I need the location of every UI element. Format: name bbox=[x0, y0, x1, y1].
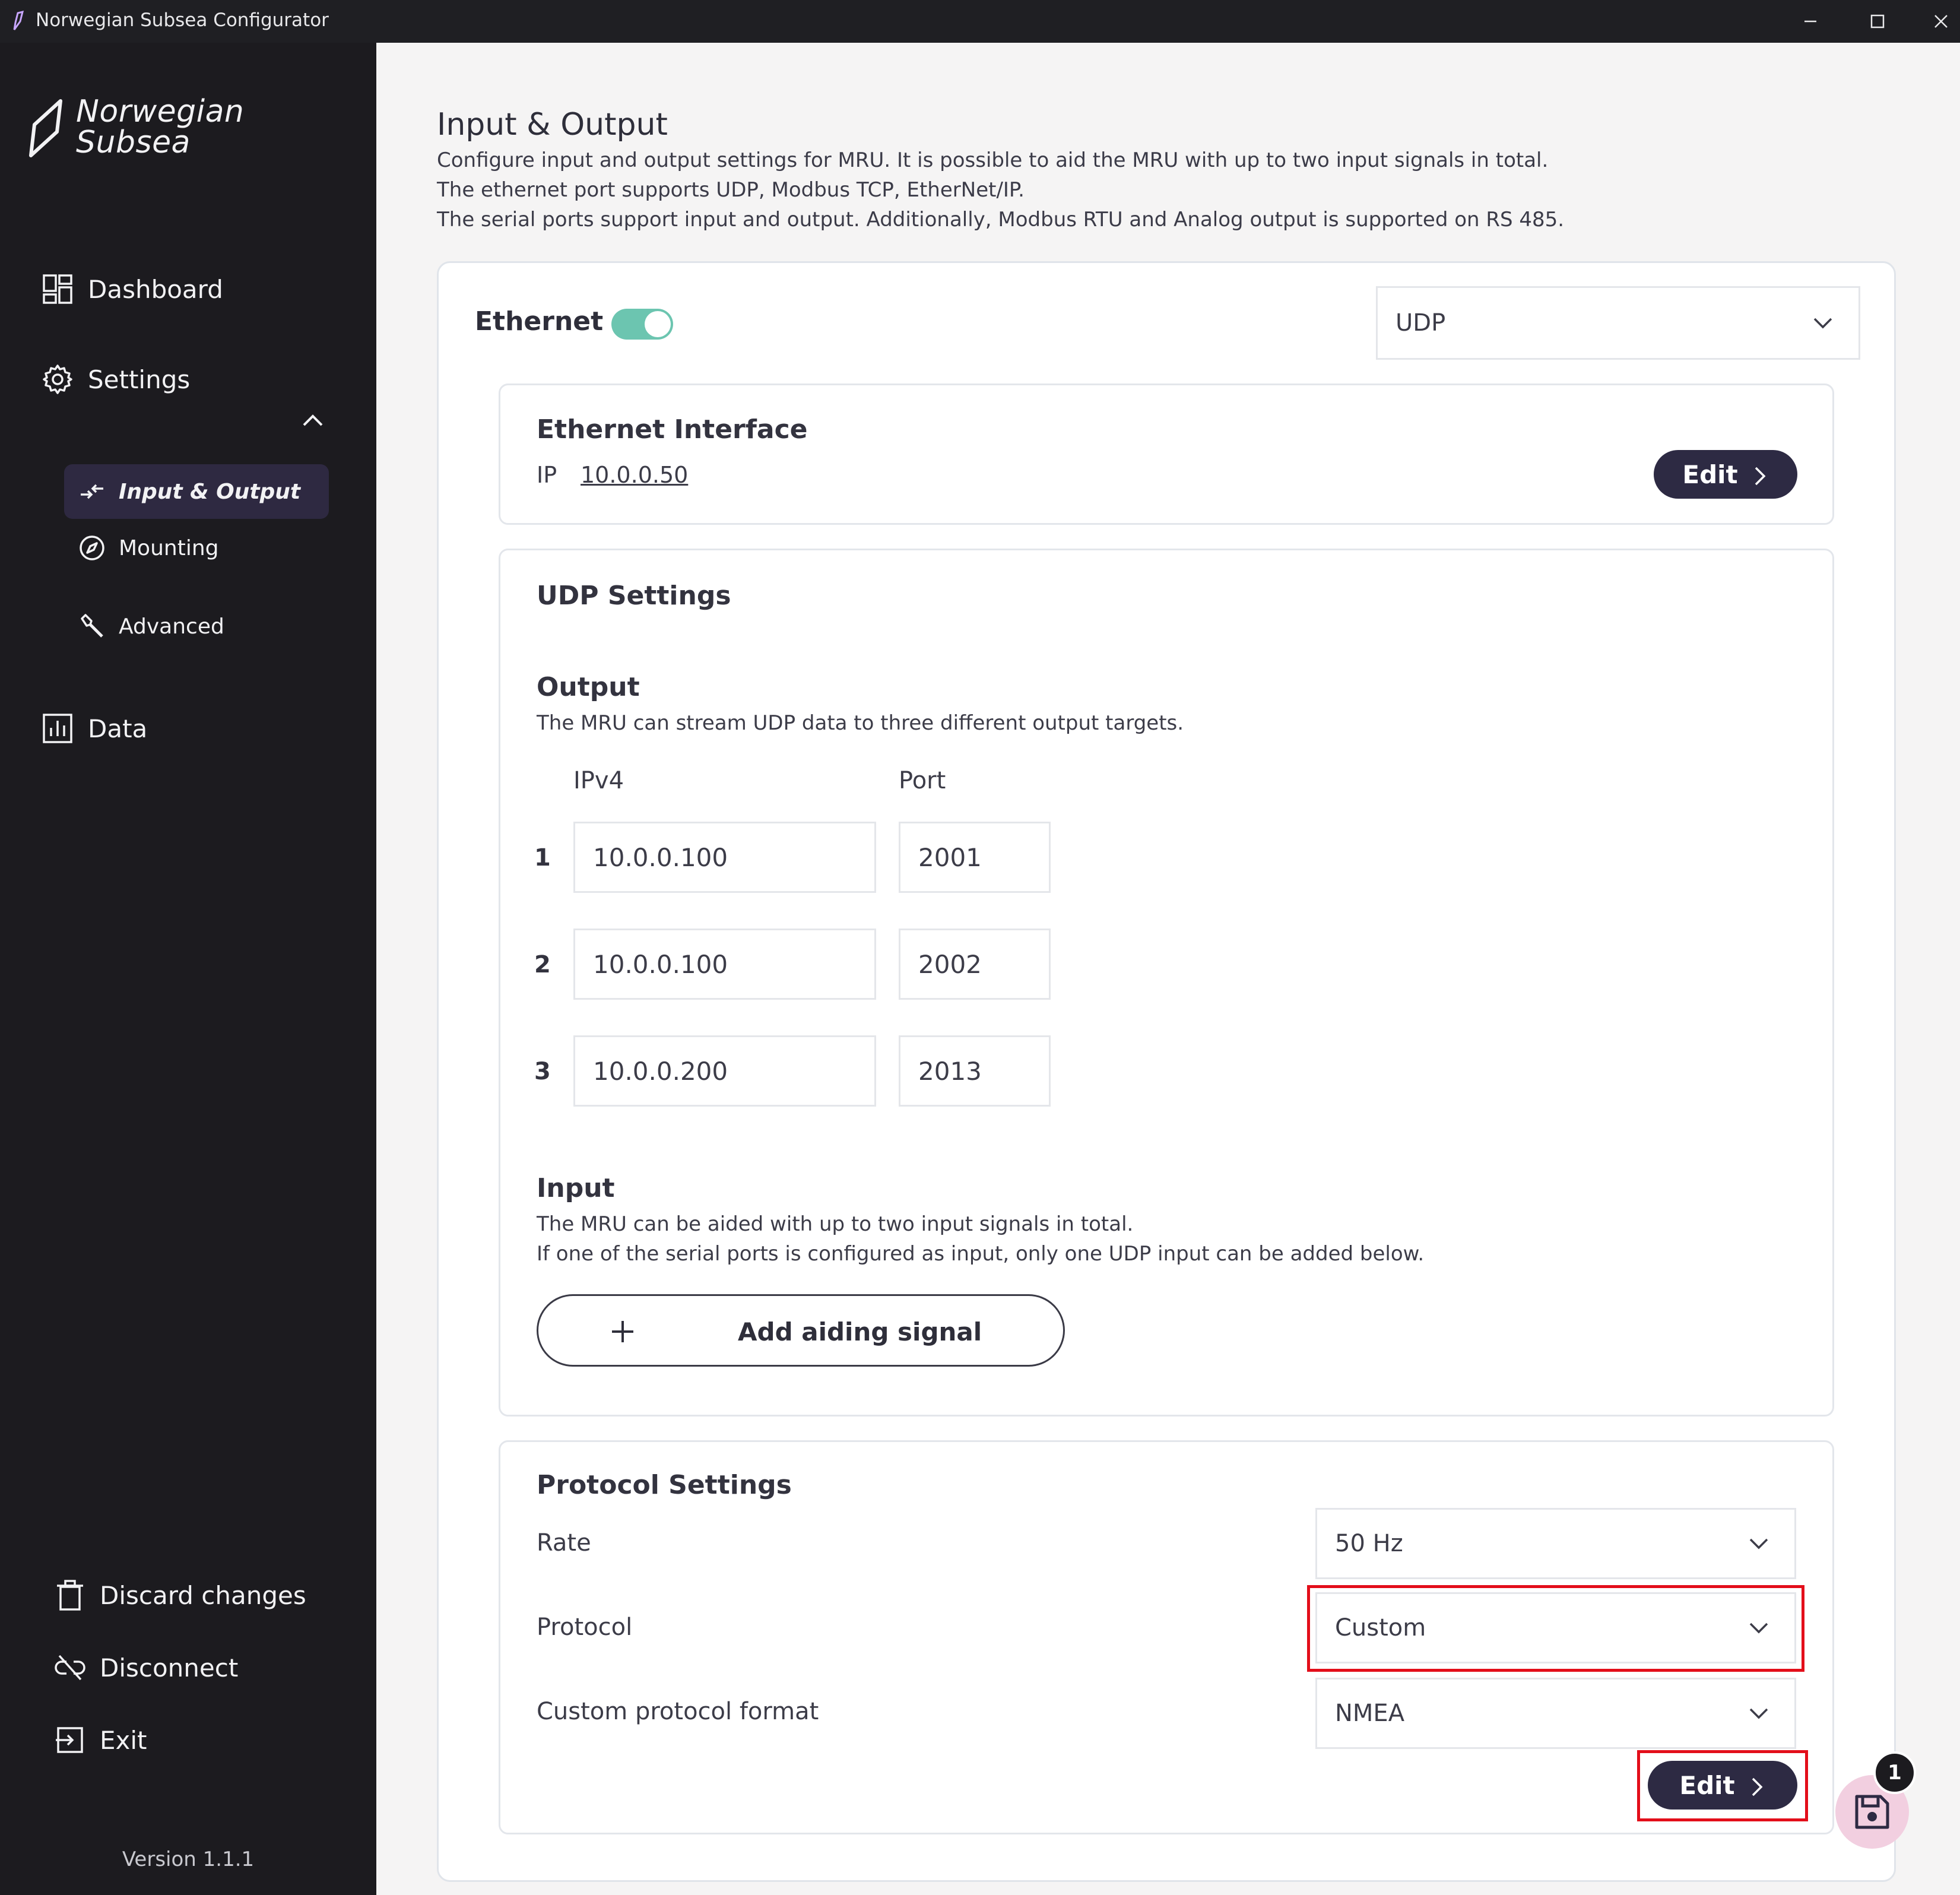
rate-value: 50 Hz bbox=[1335, 1530, 1403, 1557]
output-3-ip-input[interactable]: 10.0.0.200 bbox=[573, 1035, 876, 1107]
custom-protocol-format-value: NMEA bbox=[1335, 1700, 1405, 1727]
chevron-down-icon bbox=[1747, 1532, 1771, 1555]
title-bar: Norwegian Subsea Configurator bbox=[0, 0, 1960, 43]
unsaved-changes-badge: 1 bbox=[1873, 1751, 1916, 1794]
ethernet-label: Ethernet bbox=[475, 306, 604, 337]
nav-dashboard-label: Dashboard bbox=[88, 274, 223, 304]
logo-text-line2: Subsea bbox=[76, 125, 191, 160]
nav-data-label: Data bbox=[88, 714, 148, 743]
plus-icon bbox=[604, 1313, 642, 1351]
nav-input-output-label: Input & Output bbox=[119, 479, 301, 504]
output-row-3-number: 3 bbox=[534, 1058, 551, 1085]
close-button[interactable] bbox=[1923, 6, 1959, 37]
protocol-select-highlight bbox=[1307, 1585, 1804, 1672]
nav-advanced-label: Advanced bbox=[119, 614, 224, 639]
disconnect-label: Disconnect bbox=[100, 1653, 239, 1682]
protocol-settings-title: Protocol Settings bbox=[537, 1470, 792, 1500]
app-icon bbox=[9, 10, 26, 32]
chevron-down-icon bbox=[1811, 311, 1835, 335]
output-2-port-input[interactable]: 2002 bbox=[899, 929, 1051, 1000]
exit-label: Exit bbox=[100, 1725, 147, 1755]
wrench-icon bbox=[78, 613, 106, 640]
nav-mounting-label: Mounting bbox=[119, 535, 219, 560]
ethernet-toggle[interactable] bbox=[611, 309, 673, 340]
unlink-icon bbox=[53, 1651, 87, 1684]
version-label: Version 1.1.1 bbox=[122, 1848, 255, 1871]
trash-icon bbox=[53, 1579, 87, 1612]
chevron-up-icon[interactable] bbox=[299, 407, 326, 435]
add-aiding-signal-label: Add aiding signal bbox=[738, 1317, 982, 1346]
dashboard-icon bbox=[42, 273, 74, 305]
input-title: Input bbox=[537, 1173, 615, 1203]
input-description-2: If one of the serial ports is configured… bbox=[537, 1242, 1425, 1266]
column-port: Port bbox=[899, 767, 946, 794]
nav-input-output[interactable]: Input & Output bbox=[64, 464, 329, 519]
output-row-2-number: 2 bbox=[534, 951, 551, 978]
logo-mark-icon bbox=[29, 99, 62, 157]
floppy-disk-icon bbox=[1855, 1795, 1889, 1829]
custom-protocol-format-label: Custom protocol format bbox=[537, 1698, 819, 1725]
discard-changes-button[interactable]: Discard changes bbox=[53, 1574, 306, 1616]
page-description-2: The ethernet port supports UDP, Modbus T… bbox=[437, 178, 1025, 202]
maximize-button[interactable] bbox=[1859, 6, 1895, 37]
discard-changes-label: Discard changes bbox=[100, 1580, 306, 1610]
compass-icon bbox=[78, 534, 106, 562]
disconnect-button[interactable]: Disconnect bbox=[53, 1647, 238, 1688]
ip-value: 10.0.0.50 bbox=[581, 462, 689, 488]
page-description-1: Configure input and output settings for … bbox=[437, 148, 1549, 172]
logo-text-line1: Norwegian bbox=[76, 94, 245, 129]
add-aiding-signal-button[interactable]: Add aiding signal bbox=[537, 1294, 1065, 1367]
output-row-1-number: 1 bbox=[534, 844, 551, 872]
exit-button[interactable]: Exit bbox=[53, 1719, 147, 1761]
exit-icon bbox=[53, 1723, 87, 1757]
norwegian-subsea-logo: Norwegian Subsea bbox=[26, 90, 264, 161]
rate-label: Rate bbox=[537, 1529, 591, 1557]
nav-data[interactable]: Data bbox=[42, 708, 147, 749]
page-description-3: The serial ports support input and outpu… bbox=[437, 208, 1565, 232]
nav-dashboard[interactable]: Dashboard bbox=[42, 268, 223, 310]
page-title: Input & Output bbox=[437, 107, 668, 142]
output-title: Output bbox=[537, 672, 640, 702]
protocol-edit-highlight bbox=[1637, 1750, 1808, 1821]
output-2-ip-input[interactable]: 10.0.0.100 bbox=[573, 929, 876, 1000]
toggle-knob bbox=[645, 311, 671, 337]
udp-settings-title: UDP Settings bbox=[537, 581, 731, 611]
protocol-label: Protocol bbox=[537, 1614, 633, 1641]
ethernet-interface-edit-button[interactable]: Edit bbox=[1654, 450, 1797, 499]
edit-label: Edit bbox=[1682, 460, 1738, 489]
nav-settings-label: Settings bbox=[88, 365, 191, 394]
ethernet-interface-title: Ethernet Interface bbox=[537, 414, 808, 445]
nav-mounting[interactable]: Mounting bbox=[78, 527, 219, 569]
nav-advanced[interactable]: Advanced bbox=[78, 606, 224, 647]
minimize-button[interactable] bbox=[1793, 6, 1828, 37]
output-1-ip-input[interactable]: 10.0.0.100 bbox=[573, 822, 876, 893]
gear-icon bbox=[42, 363, 74, 395]
ethernet-interface-card bbox=[499, 384, 1834, 525]
output-3-port-input[interactable]: 2013 bbox=[899, 1035, 1051, 1107]
column-ipv4: IPv4 bbox=[573, 767, 624, 794]
output-description: The MRU can stream UDP data to three dif… bbox=[537, 711, 1184, 735]
input-output-icon bbox=[78, 478, 106, 505]
chevron-down-icon bbox=[1747, 1701, 1771, 1725]
input-description-1: The MRU can be aided with up to two inpu… bbox=[537, 1212, 1134, 1236]
custom-protocol-format-select[interactable]: NMEA bbox=[1315, 1678, 1796, 1749]
ethernet-protocol-value: UDP bbox=[1396, 309, 1446, 337]
ethernet-protocol-select[interactable]: UDP bbox=[1376, 286, 1860, 360]
ip-label: IP bbox=[537, 462, 557, 488]
chevron-right-icon bbox=[1751, 464, 1769, 486]
nav-settings[interactable]: Settings bbox=[42, 359, 190, 400]
output-1-port-input[interactable]: 2001 bbox=[899, 822, 1051, 893]
chart-icon bbox=[42, 712, 74, 744]
sidebar: Norwegian Subsea Dashboard Settings Inpu… bbox=[0, 43, 376, 1895]
window-title: Norwegian Subsea Configurator bbox=[36, 9, 329, 31]
rate-select[interactable]: 50 Hz bbox=[1315, 1508, 1796, 1579]
